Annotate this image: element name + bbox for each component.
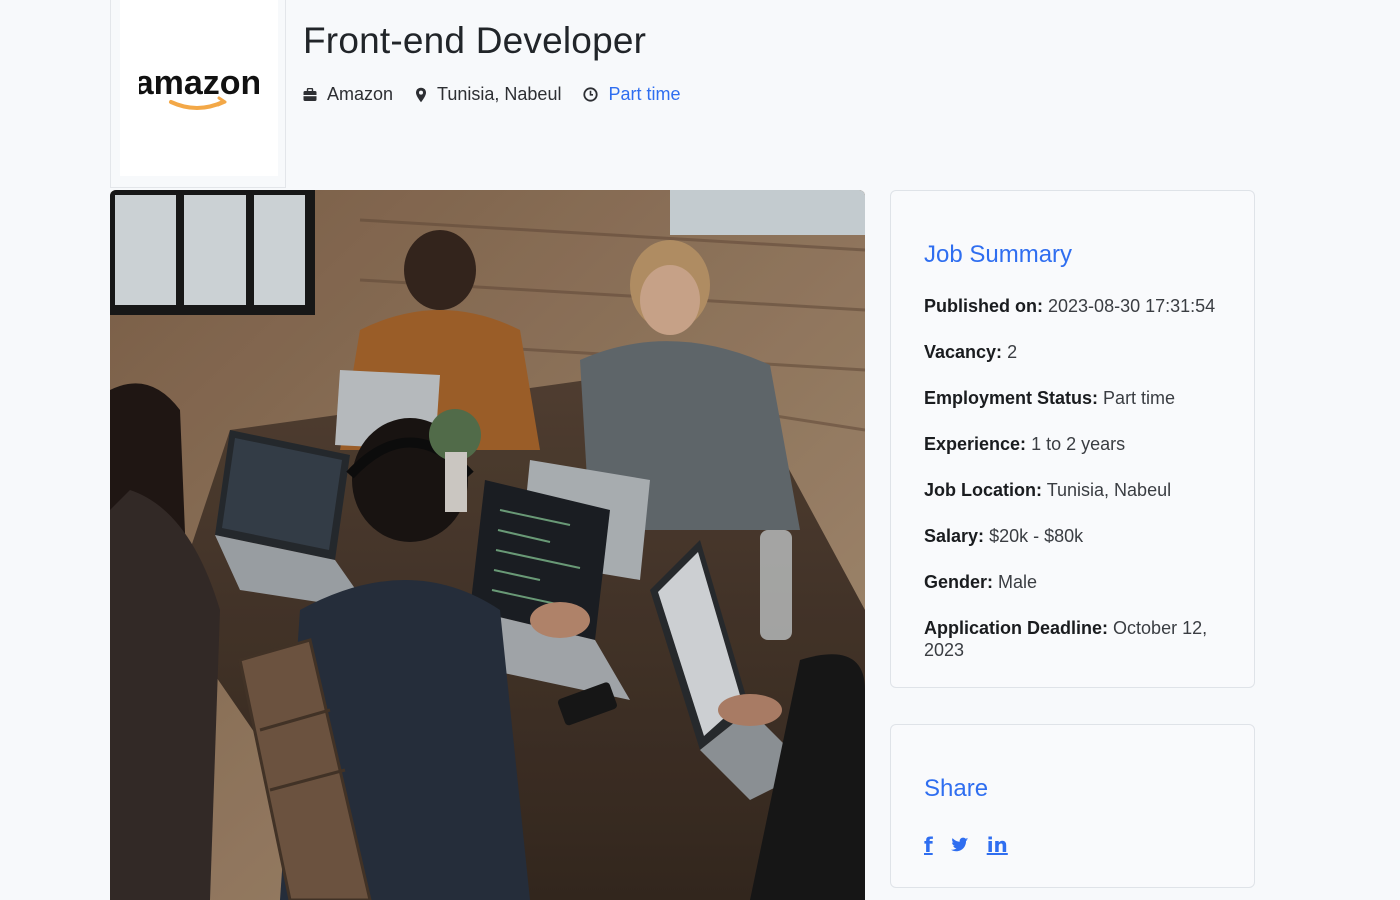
- summary-label: Gender:: [924, 572, 994, 592]
- summary-published: Published on: 2023-08-30 17:31:54: [924, 295, 1221, 341]
- job-location: Tunisia, Nabeul: [437, 84, 562, 104]
- summary-label: Experience:: [924, 434, 1027, 454]
- amazon-logo-icon: amazon: [139, 64, 259, 110]
- summary-label: Job Location:: [924, 480, 1042, 500]
- job-meta: Amazon Tunisia, Nabeul Part time: [303, 84, 702, 105]
- meta-type: Part time: [583, 84, 680, 105]
- summary-experience: Experience: 1 to 2 years: [924, 433, 1221, 479]
- facebook-icon: f: [924, 833, 933, 857]
- twitter-share-link[interactable]: [950, 837, 969, 853]
- company-logo-box: amazon: [110, 0, 286, 188]
- summary-value: Tunisia, Nabeul: [1046, 480, 1172, 500]
- share-title: Share: [924, 775, 989, 802]
- job-type[interactable]: Part time: [608, 84, 680, 105]
- summary-salary: Salary: $20k - $80k: [924, 525, 1221, 571]
- linkedin-icon: in: [986, 833, 1008, 857]
- map-pin-icon: [416, 87, 427, 102]
- briefcase-icon: [303, 87, 317, 101]
- twitter-icon: [950, 837, 968, 852]
- company-logo: amazon: [120, 0, 278, 176]
- summary-label: Published on:: [924, 296, 1043, 316]
- summary-label: Vacancy:: [924, 342, 1003, 362]
- job-photo: [110, 190, 865, 900]
- summary-label: Salary:: [924, 526, 985, 546]
- summary-value: 1 to 2 years: [1031, 434, 1126, 454]
- summary-vacancy: Vacancy: 2: [924, 341, 1221, 387]
- summary-value: $20k - $80k: [989, 526, 1084, 546]
- summary-value: Part time: [1103, 388, 1176, 408]
- linkedin-share-link[interactable]: in: [987, 833, 1008, 857]
- social-links: f in: [924, 833, 1221, 857]
- summary-deadline: Application Deadline: October 12, 2023: [924, 617, 1221, 663]
- job-title: Front-end Developer: [303, 20, 647, 61]
- meta-location: Tunisia, Nabeul: [415, 84, 561, 105]
- office-team-photo: [110, 190, 865, 900]
- logo-wordmark: amazon: [139, 64, 259, 102]
- summary-value: Male: [998, 572, 1038, 592]
- job-summary-title: Job Summary: [924, 241, 1073, 268]
- meta-company: Amazon: [303, 84, 393, 105]
- summary-value: 2023-08-30 17:31:54: [1048, 296, 1216, 316]
- facebook-share-link[interactable]: f: [924, 833, 933, 857]
- job-summary-card: Job Summary Published on: 2023-08-30 17:…: [890, 190, 1255, 688]
- summary-employment-status: Employment Status: Part time: [924, 387, 1221, 433]
- clock-icon: [583, 87, 599, 102]
- summary-gender: Gender: Male: [924, 571, 1221, 617]
- summary-job-location: Job Location: Tunisia, Nabeul: [924, 479, 1221, 525]
- job-summary-list: Published on: 2023-08-30 17:31:54 Vacanc…: [924, 295, 1221, 663]
- summary-value: 2: [1007, 342, 1018, 362]
- company-name: Amazon: [327, 84, 394, 104]
- summary-label: Application Deadline:: [924, 618, 1109, 638]
- summary-label: Employment Status:: [924, 388, 1099, 408]
- share-card: Share f in: [890, 724, 1255, 888]
